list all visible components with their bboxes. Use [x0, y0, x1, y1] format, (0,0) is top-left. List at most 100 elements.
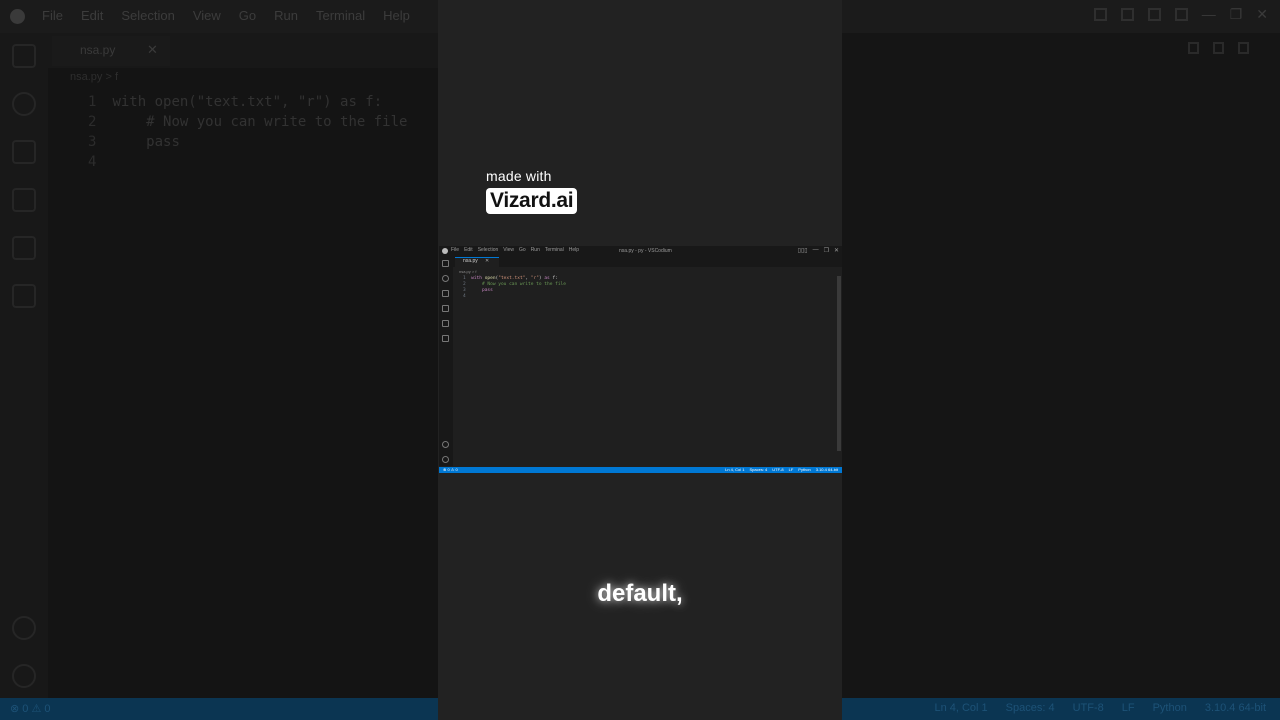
mini-explorer-icon	[442, 260, 449, 267]
watermark-made-with: made with	[486, 168, 552, 184]
mini-breadcrumb: nsa.py > f	[459, 269, 477, 274]
run-icon[interactable]	[1188, 42, 1199, 54]
mini-cursor-position: Ln 4, Col 1	[725, 467, 745, 472]
close-icon[interactable]: ✕	[147, 42, 158, 58]
cursor-position[interactable]: Ln 4, Col 1	[934, 702, 987, 714]
toggle-secondary-sidebar-icon[interactable]	[1147, 8, 1161, 21]
split-editor-icon[interactable]	[1213, 42, 1224, 54]
menu-bar: File Edit Selection View Go Run Terminal…	[42, 8, 428, 23]
mini-close-icon: ✕	[833, 248, 839, 254]
editor-right-area	[842, 33, 1280, 698]
mini-indentation: Spaces: 4	[749, 467, 768, 472]
mini-code-keyword-with: with	[471, 276, 482, 281]
mini-tab-label: nsa.py	[463, 258, 478, 264]
mini-window-title: nsa.py - py - VSCodium	[619, 248, 672, 254]
mini-menu-run: Run	[530, 247, 540, 253]
interpreter[interactable]: 3.10.4 64-bit	[1205, 702, 1266, 714]
menu-file[interactable]: File	[42, 8, 63, 23]
mini-line-ending: LF	[788, 467, 794, 472]
gear-icon[interactable]	[12, 664, 36, 688]
mini-extensions-icon	[442, 320, 449, 327]
mini-problems-indicator: ⊗ 0 ⚠ 0	[443, 467, 458, 472]
mini-tab-bar	[453, 256, 842, 267]
mini-code-string: "text.txt"	[498, 276, 526, 281]
mini-interpreter: 3.10.4 64-bit	[815, 467, 838, 472]
language-mode[interactable]: Python	[1153, 702, 1187, 714]
source-control-icon[interactable]	[12, 140, 36, 164]
close-window-icon[interactable]: ✕	[1256, 7, 1268, 21]
mini-minimize-icon: —	[812, 247, 819, 253]
toggle-panel-icon[interactable]	[1120, 8, 1134, 21]
problems-indicator[interactable]: ⊗ 0 ⚠ 0	[10, 702, 50, 715]
mini-menu-edit: Edit	[464, 247, 473, 253]
status-bar-right: Ln 4, Col 1 Spaces: 4 UTF-8 LF Python 3.…	[934, 702, 1266, 714]
mini-gear-icon	[442, 456, 449, 463]
mini-line-number: 3	[463, 288, 466, 293]
mini-code-keyword-pass: pass	[481, 288, 493, 293]
app-logo-icon	[10, 9, 25, 24]
mini-menu-selection: Selection	[477, 247, 499, 253]
mini-menu-file: File	[451, 247, 460, 253]
menu-terminal[interactable]: Terminal	[316, 8, 365, 23]
mini-editor-screenshot: File Edit Selection View Go Run Terminal…	[439, 246, 842, 473]
mini-run-debug-icon	[442, 305, 449, 312]
mini-code-comment: # Now you can write to the file	[481, 282, 566, 287]
mini-layout-icon: ▯▯▯	[797, 248, 808, 254]
mini-menu-go: Go	[519, 247, 526, 253]
mini-menu-view: View	[503, 247, 515, 253]
menu-selection[interactable]: Selection	[121, 8, 174, 23]
code-line: 4	[88, 154, 97, 170]
menu-run[interactable]: Run	[274, 8, 298, 23]
menu-edit[interactable]: Edit	[81, 8, 103, 23]
mini-code-function-open: open	[484, 276, 496, 281]
more-actions-icon[interactable]	[1238, 42, 1249, 54]
mini-line-number: 1	[463, 276, 466, 281]
menu-go[interactable]: Go	[239, 8, 256, 23]
mini-testing-icon	[442, 335, 449, 342]
menu-view[interactable]: View	[193, 8, 221, 23]
mini-source-control-icon	[442, 290, 449, 297]
mini-status-bar-right: Ln 4, Col 1 Spaces: 4 UTF-8 LF Python 3.…	[725, 467, 838, 472]
toggle-sidebar-icon[interactable]	[1093, 8, 1107, 21]
mini-menu-bar: File Edit Selection View Go Run Terminal…	[451, 247, 584, 253]
video-caption: default,	[597, 580, 683, 607]
extensions-icon[interactable]	[12, 236, 36, 260]
search-icon[interactable]	[12, 92, 36, 116]
account-icon[interactable]	[12, 616, 36, 640]
mini-code-editor: 1 with open("text.txt", "r") as f: 2 # N…	[463, 276, 566, 299]
activity-bar	[0, 33, 48, 698]
watermark-brand: Vizard.ai	[486, 188, 578, 214]
line-ending[interactable]: LF	[1122, 702, 1135, 714]
mini-code-string-mode: "r"	[530, 276, 539, 281]
menu-help[interactable]: Help	[383, 8, 410, 23]
encoding[interactable]: UTF-8	[1073, 702, 1104, 714]
mini-window-controls: ▯▯▯ — ❐ ✕	[798, 247, 839, 254]
code-line: 1 with open("text.txt", "r") as f:	[88, 94, 383, 110]
watermark: made with Vizard.ai	[486, 168, 578, 214]
mini-language-mode: Python	[798, 467, 811, 472]
code-editor[interactable]: 1 with open("text.txt", "r") as f: 2 # N…	[88, 92, 407, 172]
mini-code-keyword-as: as	[544, 276, 550, 281]
editor-actions	[1188, 42, 1249, 54]
indentation[interactable]: Spaces: 4	[1006, 702, 1055, 714]
explorer-icon[interactable]	[12, 44, 36, 68]
customize-layout-icon[interactable]	[1174, 8, 1188, 21]
run-debug-icon[interactable]	[12, 188, 36, 212]
mini-account-icon	[442, 441, 449, 448]
breadcrumb[interactable]: nsa.py > f	[70, 71, 118, 83]
tab-label: nsa.py	[80, 43, 116, 57]
mini-menu-terminal: Terminal	[544, 247, 564, 253]
mini-activity-bar	[439, 256, 453, 466]
mini-encoding: UTF-8	[772, 467, 784, 472]
window-controls: — ❐ ✕	[1093, 7, 1268, 21]
mini-scrollbar	[837, 276, 841, 451]
mini-restore-icon: ❐	[823, 248, 829, 254]
code-line: 2 # Now you can write to the file	[88, 114, 408, 130]
restore-icon[interactable]: ❐	[1230, 7, 1243, 21]
code-line: 3 pass	[88, 134, 180, 150]
minimize-icon[interactable]: —	[1202, 7, 1216, 21]
mini-line-number: 4	[463, 294, 466, 299]
testing-icon[interactable]	[12, 284, 36, 308]
mini-tab-close-icon: ✕	[485, 258, 490, 264]
mini-menu-help: Help	[568, 247, 580, 253]
